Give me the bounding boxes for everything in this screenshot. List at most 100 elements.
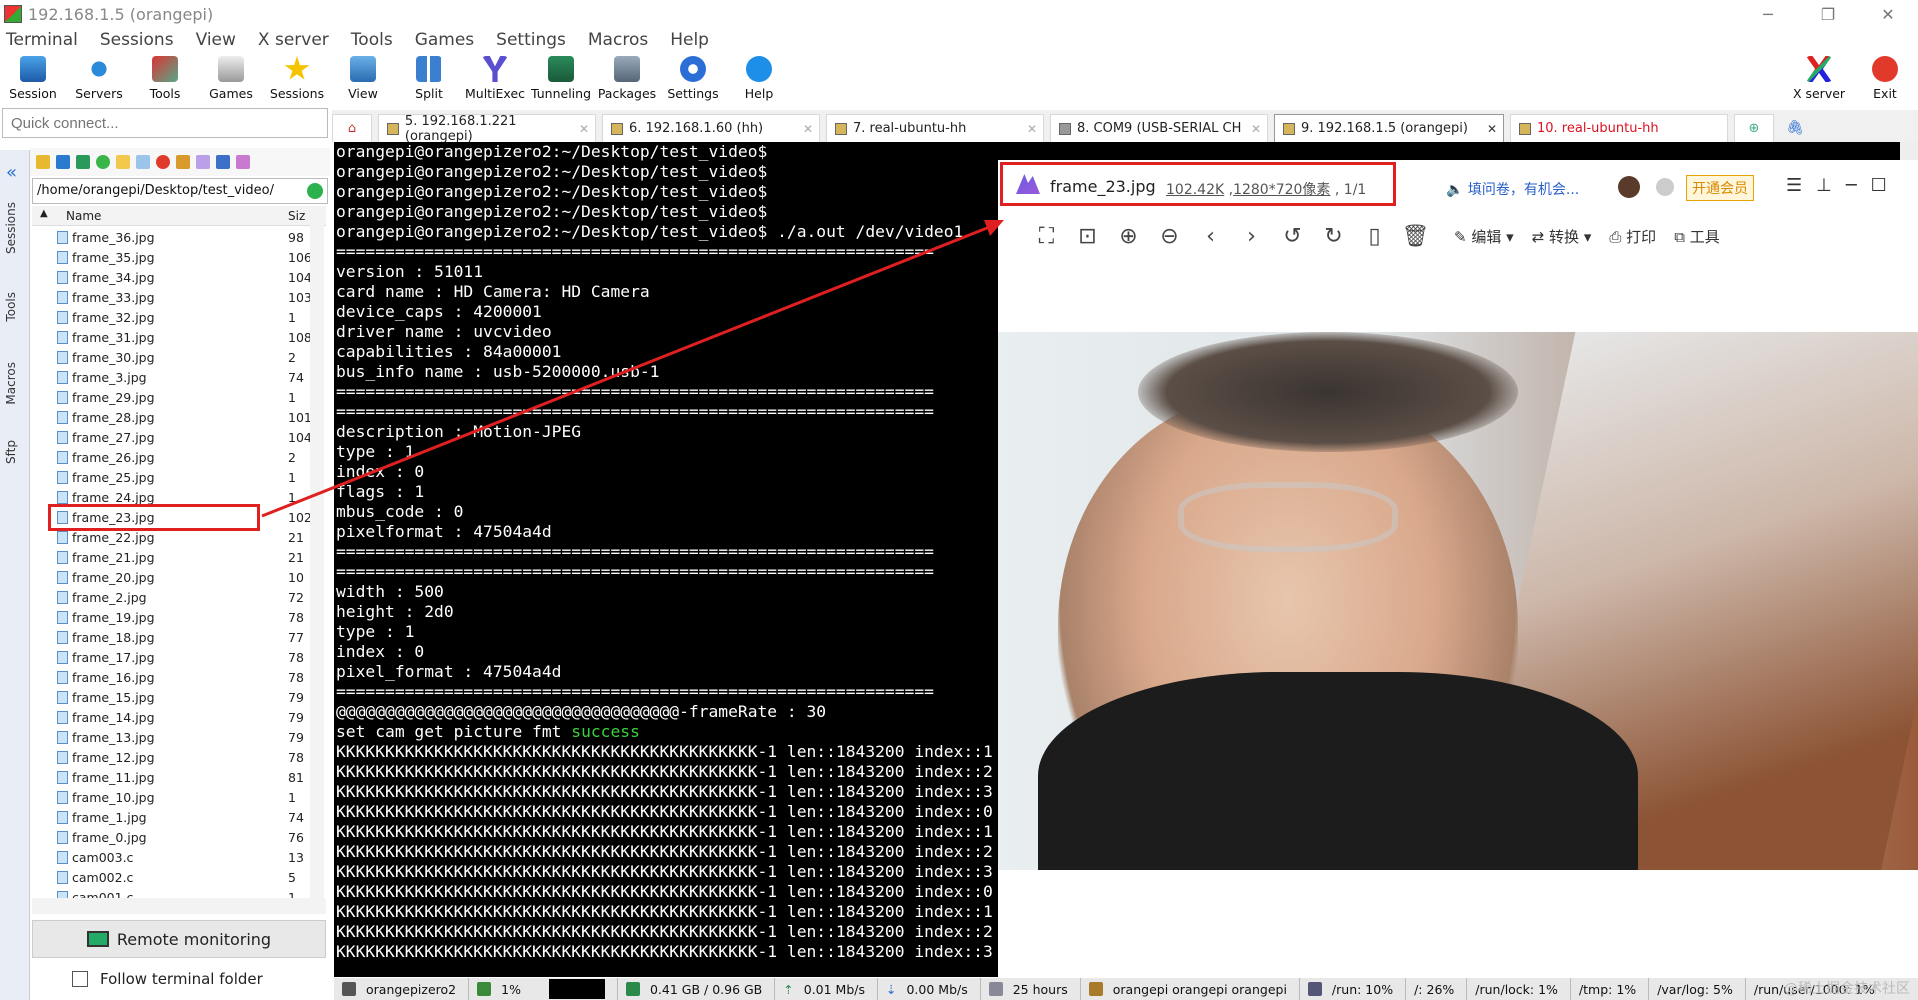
- print-button[interactable]: ⎙ 打印: [1609, 226, 1656, 247]
- exit-button[interactable]: Exit: [1852, 52, 1918, 101]
- split-button[interactable]: Split: [396, 52, 462, 106]
- menu-settings[interactable]: Settings: [496, 30, 582, 50]
- menu-terminal[interactable]: Terminal: [6, 30, 94, 50]
- mouse-icon[interactable]: ▯: [1354, 224, 1395, 249]
- servers-button[interactable]: Servers: [66, 52, 132, 106]
- sidetab-macros[interactable]: Macros: [4, 362, 18, 405]
- list-item[interactable]: frame_28.jpg 101: [32, 408, 326, 428]
- close-button[interactable]: ✕: [1858, 0, 1918, 28]
- edit-menu[interactable]: ✎ 编辑 ▾: [1454, 226, 1514, 247]
- home-tab[interactable]: ⌂: [332, 114, 372, 142]
- list-item[interactable]: frame_12.jpg 78: [32, 748, 326, 768]
- list-item[interactable]: frame_17.jpg 78: [32, 648, 326, 668]
- close-tab-icon[interactable]: ✕: [1027, 122, 1037, 136]
- multiexec-button[interactable]: MultiExec: [462, 52, 528, 106]
- file-list-scrollbar[interactable]: [310, 208, 324, 898]
- convert-menu[interactable]: ⇄ 转换 ▾: [1532, 226, 1592, 247]
- tab-7[interactable]: 7. real-ubuntu-hh ✕: [826, 114, 1044, 142]
- actual-size-icon[interactable]: ⊡: [1067, 224, 1108, 249]
- tools-button[interactable]: Tools: [132, 52, 198, 106]
- folder-up-icon[interactable]: [36, 155, 50, 169]
- menu-view[interactable]: View: [196, 30, 252, 50]
- list-item[interactable]: frame_15.jpg 79: [32, 688, 326, 708]
- fullscreen-icon[interactable]: ⛶: [1026, 224, 1067, 249]
- list-item[interactable]: frame_33.jpg 103: [32, 288, 326, 308]
- download-icon[interactable]: [56, 155, 70, 169]
- list-item[interactable]: frame_30.jpg 2: [32, 348, 326, 368]
- close-tab-icon[interactable]: ✕: [803, 122, 813, 136]
- terminal-toggle-icon[interactable]: [216, 155, 230, 169]
- tab-10[interactable]: 10. real-ubuntu-hh: [1510, 114, 1728, 142]
- edit-icon[interactable]: [236, 155, 250, 169]
- tab-6[interactable]: 6. 192.168.1.60 (hh) ✕: [602, 114, 820, 142]
- tab-9[interactable]: 9. 192.168.1.5 (orangepi) ✕: [1274, 114, 1504, 142]
- list-item[interactable]: frame_22.jpg 21: [32, 528, 326, 548]
- rename-icon[interactable]: [196, 155, 210, 169]
- list-item[interactable]: frame_31.jpg 108: [32, 328, 326, 348]
- new-tab-button[interactable]: ⊕: [1734, 114, 1774, 142]
- close-tab-icon[interactable]: ✕: [579, 122, 589, 136]
- minimize-button[interactable]: ─: [1738, 0, 1798, 28]
- xserver-button[interactable]: X server: [1786, 52, 1852, 101]
- next-image-icon[interactable]: ›: [1231, 224, 1272, 249]
- list-item[interactable]: frame_3.jpg 74: [32, 368, 326, 388]
- file-list-hscrollbar[interactable]: [32, 898, 326, 914]
- rotate-left-icon[interactable]: ↺: [1272, 224, 1313, 249]
- close-tab-icon[interactable]: ✕: [1487, 122, 1497, 136]
- remote-monitoring-button[interactable]: Remote monitoring: [32, 920, 326, 958]
- zoom-out-icon[interactable]: ⊖: [1149, 224, 1190, 249]
- new-file-icon[interactable]: [136, 155, 150, 169]
- list-item[interactable]: frame_26.jpg 2: [32, 448, 326, 468]
- viewer-window-controls[interactable]: ☰⊥─☐: [1786, 175, 1901, 196]
- list-item[interactable]: cam003.c 13: [32, 848, 326, 868]
- upload-icon[interactable]: [76, 155, 90, 169]
- menu-games[interactable]: Games: [415, 30, 490, 50]
- menu-xserver[interactable]: X server: [258, 30, 345, 50]
- list-item[interactable]: frame_2.jpg 72: [32, 588, 326, 608]
- help-button[interactable]: Help: [726, 52, 792, 106]
- list-item[interactable]: cam001.c 1: [32, 888, 326, 898]
- list-item[interactable]: frame_18.jpg 77: [32, 628, 326, 648]
- tools-menu[interactable]: ⧉ 工具: [1674, 226, 1720, 247]
- collapse-icon[interactable]: «: [6, 162, 17, 183]
- tab-8[interactable]: 8. COM9 (USB-SERIAL CH ✕: [1050, 114, 1268, 142]
- rotate-right-icon[interactable]: ↻: [1313, 224, 1354, 249]
- viewer-ad-link[interactable]: 🔈 填问卷，有机会...: [1446, 179, 1579, 199]
- prev-image-icon[interactable]: ‹: [1190, 224, 1231, 249]
- sidetab-sftp[interactable]: Sftp: [4, 440, 18, 464]
- list-item[interactable]: frame_35.jpg 106: [32, 248, 326, 268]
- session-button[interactable]: Session: [0, 52, 66, 106]
- list-item[interactable]: frame_20.jpg 10: [32, 568, 326, 588]
- close-tab-icon[interactable]: ✕: [1251, 122, 1261, 136]
- list-item[interactable]: frame_13.jpg 79: [32, 728, 326, 748]
- list-item[interactable]: frame_25.jpg 1: [32, 468, 326, 488]
- path-input[interactable]: /home/orangepi/Desktop/test_video/: [32, 178, 328, 204]
- col-name[interactable]: Name: [66, 209, 101, 223]
- menu-sessions[interactable]: Sessions: [100, 30, 190, 50]
- sidetab-tools[interactable]: Tools: [4, 292, 18, 322]
- quick-connect-input[interactable]: [2, 108, 328, 138]
- trash-icon[interactable]: 🗑: [1395, 224, 1436, 249]
- list-item[interactable]: frame_10.jpg 1: [32, 788, 326, 808]
- list-item[interactable]: frame_21.jpg 21: [32, 548, 326, 568]
- attach-icon[interactable]: 🖇: [1780, 114, 1810, 142]
- list-item[interactable]: frame_16.jpg 78: [32, 668, 326, 688]
- list-item[interactable]: frame_29.jpg 1: [32, 388, 326, 408]
- games-button[interactable]: Games: [198, 52, 264, 106]
- tunneling-button[interactable]: Tunneling: [528, 52, 594, 106]
- refresh-icon[interactable]: [96, 155, 110, 169]
- vip-button[interactable]: 开通会员: [1686, 175, 1754, 201]
- packages-button[interactable]: Packages: [594, 52, 660, 106]
- delete-icon[interactable]: [156, 155, 170, 169]
- list-item[interactable]: frame_1.jpg 74: [32, 808, 326, 828]
- list-item[interactable]: frame_11.jpg 81: [32, 768, 326, 788]
- tab-5[interactable]: 5. 192.168.1.221 (orangepi) ✕: [378, 114, 596, 144]
- sidetab-sessions[interactable]: Sessions: [4, 202, 18, 254]
- follow-terminal-folder[interactable]: Follow terminal folder: [72, 970, 263, 988]
- menu-tools[interactable]: Tools: [351, 30, 409, 50]
- list-item[interactable]: frame_27.jpg 104: [32, 428, 326, 448]
- col-size[interactable]: Siz: [288, 209, 305, 223]
- list-item[interactable]: frame_36.jpg 98: [32, 228, 326, 248]
- view-button[interactable]: View: [330, 52, 396, 106]
- sessions-button[interactable]: Sessions: [264, 52, 330, 106]
